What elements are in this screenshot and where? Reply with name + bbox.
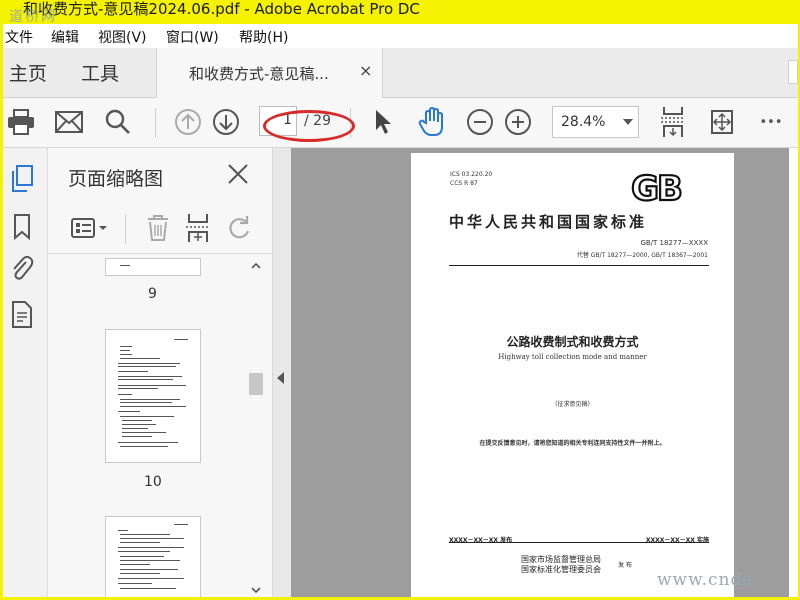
scroll-up-icon[interactable]: [250, 260, 262, 272]
tab-document[interactable]: 和收费方式-意见稿... ×: [156, 48, 383, 98]
svg-text:GB: GB: [631, 169, 681, 205]
footer-rule: [449, 542, 709, 543]
tab-scroll-handle[interactable]: [788, 60, 798, 84]
tab-bar: 主页 工具 和收费方式-意见稿... ×: [3, 48, 798, 98]
tab-document-label: 和收费方式-意见稿...: [189, 65, 329, 83]
pointer-arrow-icon[interactable]: [367, 106, 399, 138]
scroll-down-icon[interactable]: [250, 584, 262, 596]
tab-tools[interactable]: 工具: [81, 59, 119, 86]
chevron-down-icon: [623, 119, 633, 125]
collapse-arrow-icon: [277, 372, 284, 384]
thumbnail-page[interactable]: [105, 329, 201, 463]
scrollbar-thumb[interactable]: [249, 373, 263, 395]
panel-separator: [125, 214, 126, 244]
main-toolbar: 1 / 29 28.4% •••: [3, 98, 798, 148]
thumbnail-page[interactable]: [105, 516, 201, 597]
tab-home[interactable]: 主页: [9, 59, 47, 86]
issuing-bodies: 国家市场监督管理总局 国家标准化管理委员会: [521, 555, 601, 574]
page-thumbnails-icon[interactable]: [7, 164, 37, 194]
menu-help[interactable]: 帮助(H): [239, 27, 288, 47]
page-thumbnails-panel: 页面缩略图 9 10: [48, 148, 273, 597]
printer-icon[interactable]: [5, 106, 37, 138]
document-title-en: Highway toll collection mode and manner: [498, 353, 647, 361]
panel-close-icon[interactable]: [226, 162, 250, 186]
patent-notice: 在提交反馈意见时，请将您知道的相关专利连同支持性文件一并附上。: [479, 440, 666, 447]
issue-label: 发 布: [618, 562, 632, 569]
insert-page-icon[interactable]: [181, 210, 215, 246]
arrow-down-circle-icon[interactable]: [210, 106, 242, 138]
window-title: 和收费方式-意见稿2024.06.pdf - Adobe Acrobat Pro…: [23, 0, 420, 18]
national-standard-heading: 中华人民共和国国家标准: [449, 213, 648, 231]
page-total: / 29: [304, 113, 331, 129]
menu-window[interactable]: 窗口(W): [166, 27, 219, 47]
envelope-icon[interactable]: [53, 106, 85, 138]
thumbnail-label: 10: [144, 474, 162, 490]
draft-label: （征求意见稿）: [551, 401, 594, 408]
pdf-page: ICS 03.220.20 CCS R 87 GB 中华人民共和国国家标准 GB…: [411, 153, 734, 597]
trash-icon[interactable]: [141, 210, 175, 246]
ics-code: ICS 03.220.20 CCS R 87: [450, 171, 493, 187]
fit-page-icon[interactable]: [657, 106, 689, 138]
header-rule: [449, 265, 709, 266]
page-number-input[interactable]: 1: [259, 106, 297, 136]
watermark-logo: 道桥网: [9, 9, 57, 25]
arrow-up-circle-icon[interactable]: [172, 106, 204, 138]
thumbnail-toolbar: [48, 204, 273, 254]
menu-file[interactable]: 文件: [5, 27, 33, 47]
menu-bar: 文件 编辑 视图(V) 窗口(W) 帮助(H): [3, 24, 798, 48]
rotate-icon[interactable]: [222, 210, 256, 246]
thumbnail-page[interactable]: [105, 258, 201, 276]
title-bar: 和收费方式-意见稿2024.06.pdf - Adobe Acrobat Pro…: [3, 0, 798, 25]
zoom-value: 28.4%: [561, 114, 606, 130]
replaces-text: 代替 GB/T 18277—2000, GB/T 18367—2001: [576, 252, 708, 259]
panel-title: 页面缩略图: [68, 168, 164, 190]
document-scrollbar[interactable]: [789, 148, 798, 597]
document-view[interactable]: ICS 03.220.20 CCS R 87 GB 中华人民共和国国家标准 GB…: [291, 148, 798, 597]
minus-circle-icon[interactable]: [464, 106, 496, 138]
thumbnail-scrollbar[interactable]: [246, 258, 266, 597]
menu-edit[interactable]: 编辑: [51, 27, 79, 47]
standard-number: GB/T 18277—XXXX: [640, 239, 708, 247]
menu-view[interactable]: 视图(V): [98, 27, 147, 47]
gb-logo: GB: [630, 169, 684, 205]
toolbar-separator: [350, 108, 351, 138]
hand-icon[interactable]: [416, 106, 448, 138]
more-options-icon[interactable]: •••: [755, 106, 787, 138]
footer-watermark: www.cnda: [657, 570, 754, 590]
panel-collapse-handle[interactable]: [273, 148, 291, 597]
thumbnail-label: 9: [148, 286, 157, 302]
magnifier-icon[interactable]: [102, 106, 134, 138]
tab-close-icon[interactable]: ×: [359, 61, 372, 80]
acrobat-window: 和收费方式-意见稿2024.06.pdf - Adobe Acrobat Pro…: [3, 0, 798, 597]
toolbar-separator: [155, 108, 156, 138]
zoom-select[interactable]: 28.4%: [552, 106, 639, 138]
options-menu-icon[interactable]: [68, 210, 112, 246]
bookmark-icon[interactable]: [7, 212, 37, 242]
plus-circle-icon[interactable]: [502, 106, 534, 138]
document-properties-icon[interactable]: [7, 300, 37, 330]
attachment-icon[interactable]: [7, 254, 37, 284]
left-navigation-rail: [3, 148, 48, 597]
expand-icon[interactable]: [706, 106, 738, 138]
document-title-cn: 公路收费制式和收费方式: [506, 335, 639, 349]
